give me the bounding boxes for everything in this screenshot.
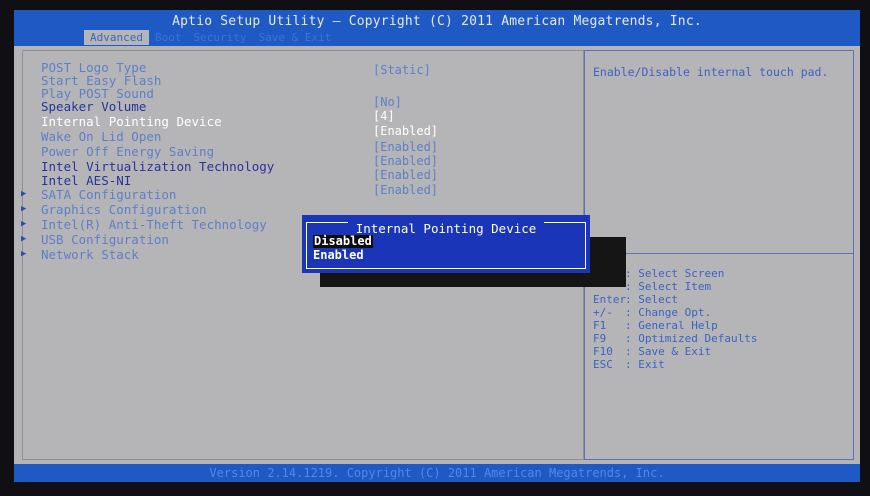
tab-boot[interactable]: Boot — [149, 30, 188, 45]
popup-frame: Internal Pointing Device Disabled Enable… — [306, 221, 586, 269]
submenu-arrow-icon: ▶ — [21, 204, 27, 214]
setting-internal-pointing-device[interactable]: Internal Pointing Device — [41, 115, 222, 128]
option-disabled[interactable]: Disabled — [313, 235, 373, 248]
help-description: Enable/Disable internal touch pad. — [593, 65, 829, 79]
submenu-arrow-icon: ▶ — [21, 219, 27, 229]
option-popup: Internal Pointing Device Disabled Enable… — [302, 215, 590, 273]
bios-screen: Aptio Setup Utility – Copyright (C) 2011… — [14, 10, 860, 482]
popup-title: Internal Pointing Device — [347, 221, 545, 236]
submenu-sata-configuration[interactable]: SATA Configuration — [41, 188, 176, 201]
setting-power-off-energy-saving[interactable]: Power Off Energy Saving — [41, 145, 214, 158]
submenu-arrow-icon: ▶ — [21, 234, 27, 244]
tab-advanced[interactable]: Advanced — [84, 30, 149, 45]
setting-wake-on-lid-open[interactable]: Wake On Lid Open — [41, 130, 161, 143]
tab-save-exit[interactable]: Save & Exit — [252, 30, 337, 45]
setting-value-wake-on-lid-open[interactable]: [Enabled] — [373, 141, 438, 154]
tab-bar: Advanced Boot Security Save & Exit — [84, 30, 337, 45]
option-enabled[interactable]: Enabled — [313, 249, 364, 262]
tab-security[interactable]: Security — [187, 30, 252, 45]
setting-intel-aes-ni[interactable]: Intel AES-NI — [41, 174, 131, 187]
setting-value-speaker-volume[interactable]: [4] — [373, 110, 395, 123]
footer-bar: Version 2.14.1219. Copyright (C) 2011 Am… — [14, 464, 860, 482]
submenu-network-stack[interactable]: Network Stack — [41, 248, 139, 261]
setting-value-power-off-energy-saving[interactable]: [Enabled] — [373, 155, 438, 168]
submenu-usb-configuration[interactable]: USB Configuration — [41, 233, 169, 246]
setting-value-intel-aes-ni[interactable]: [Enabled] — [373, 184, 438, 197]
submenu-graphics-configuration[interactable]: Graphics Configuration — [41, 203, 207, 216]
app-title: Aptio Setup Utility – Copyright (C) 2011… — [172, 14, 702, 29]
setting-value-internal-pointing-device[interactable]: [Enabled] — [373, 125, 438, 138]
setting-value-post-logo-type[interactable]: [Static] — [373, 64, 431, 77]
setting-intel-virtualization[interactable]: Intel Virtualization Technology — [41, 160, 274, 173]
setting-value-intel-virtualization[interactable]: [Enabled] — [373, 169, 438, 182]
footer-version: Version 2.14.1219. Copyright (C) 2011 Am… — [209, 466, 665, 480]
header-bar: Aptio Setup Utility – Copyright (C) 2011… — [14, 10, 860, 46]
submenu-arrow-icon: ▶ — [21, 249, 27, 259]
submenu-arrow-icon: ▶ — [21, 189, 27, 199]
setting-speaker-volume[interactable]: Speaker Volume — [41, 100, 146, 113]
setting-value-play-post-sound[interactable]: [No] — [373, 96, 402, 109]
submenu-anti-theft[interactable]: Intel(R) Anti-Theft Technology — [41, 218, 267, 231]
